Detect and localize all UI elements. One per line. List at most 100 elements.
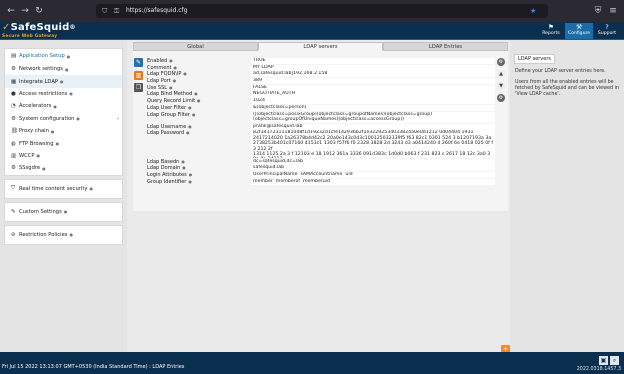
- help-icon[interactable]: ●: [70, 232, 74, 237]
- help-icon[interactable]: ●: [188, 124, 192, 129]
- help-icon[interactable]: ●: [186, 130, 190, 135]
- help-icon[interactable]: ●: [197, 98, 201, 103]
- field-label: Use SSL ●: [147, 85, 251, 91]
- help-icon[interactable]: ●: [182, 165, 186, 170]
- help-icon[interactable]: ●: [194, 91, 198, 96]
- image-icon: ▣: [600, 357, 607, 364]
- field-value[interactable]: 82f34172311181048f1d19232d1cfe142936b2f1…: [251, 130, 495, 158]
- field-value[interactable]: safesquid.lab: [251, 165, 495, 172]
- sidebar-item-system-configuration[interactable]: ⚙ System configuration ● ›: [5, 113, 122, 125]
- help-icon[interactable]: ●: [53, 104, 57, 109]
- field-value[interactable]: pratik@safesquid.lab: [251, 123, 495, 130]
- field-value[interactable]: MY LDAP: [251, 64, 495, 71]
- sidebar-item-restriction-policies[interactable]: ⊘ Restriction Policies ●: [5, 226, 122, 244]
- sidebar-item-integrate-ldap[interactable]: ▦ Integrate LDAP ●: [5, 75, 122, 88]
- help-text-2: Users from all the enabled entries will …: [515, 80, 619, 97]
- sidebar-item-wccp[interactable]: ▥ WCCP ●: [5, 150, 122, 162]
- tab-global[interactable]: Global: [133, 42, 258, 51]
- nav-reports[interactable]: ⚑ Reports: [538, 23, 564, 39]
- field-label-text: Group Identifier: [147, 178, 187, 185]
- logo-tagline: Secure Web Gateway: [2, 33, 58, 38]
- forward-icon[interactable]: →: [18, 4, 32, 18]
- help-icon[interactable]: ●: [173, 78, 177, 83]
- field-label: Group Identifier ●: [147, 179, 251, 185]
- field-row: Ldap Group Filter ● (|(objectclass=posixGr…: [147, 111, 495, 123]
- field-row: Enabled ● TRUE: [147, 58, 495, 65]
- delete-button[interactable]: ▥: [134, 70, 143, 80]
- nav-configure[interactable]: ⚒ Configure: [565, 23, 593, 39]
- field-label-text: Use SSL: [147, 84, 168, 91]
- help-icon[interactable]: ●: [192, 112, 196, 117]
- field-value[interactable]: NEGOTIATE_AUTH: [251, 91, 495, 98]
- app-header: ✓SafeSquid® Secure Web Gateway ⚑ Reports…: [0, 22, 624, 40]
- help-icon[interactable]: ●: [69, 91, 73, 96]
- sidebar-item-application-setup[interactable]: ▤ Application Setup ●: [5, 49, 122, 63]
- help-icon[interactable]: ●: [188, 105, 192, 110]
- nav-support[interactable]: ? Support: [594, 23, 620, 39]
- field-row: Ldap User Filter ● &(objectclass=person): [147, 104, 495, 111]
- help-icon[interactable]: ●: [189, 172, 193, 177]
- screenshot-button[interactable]: ▣: [599, 356, 608, 365]
- help-icon[interactable]: ●: [37, 153, 41, 158]
- field-value[interactable]: member memberof memberuid: [251, 178, 495, 185]
- url-bar[interactable]: ⛉ ⚿ https://safesquid.cfg ★: [96, 4, 548, 18]
- help-icon[interactable]: ●: [67, 54, 71, 59]
- sidebar-label: Restriction Policies: [19, 231, 68, 238]
- menu-icon[interactable]: ≡: [606, 4, 620, 18]
- field-value[interactable]: TRUE: [251, 58, 495, 65]
- tab-bar: Global LDAP servers LDAP Entries: [133, 42, 508, 51]
- sidebar-label: Real time content security: [19, 185, 88, 192]
- help-icon[interactable]: ●: [188, 179, 192, 184]
- sidebar-item-accelerators[interactable]: ◔ Accelerators ●: [5, 100, 122, 112]
- help-icon[interactable]: ●: [181, 159, 185, 164]
- logo-text: SafeSquid: [10, 22, 70, 33]
- sidebar-item-realtime-content-security[interactable]: ⛉ Real time content security ●: [5, 180, 122, 198]
- sidebar-label: Application Setup: [19, 53, 65, 59]
- reload-icon[interactable]: ↻: [32, 4, 46, 18]
- sidebar-item-access-restrictions[interactable]: ● Access restrictions ●: [5, 88, 122, 100]
- field-value[interactable]: UserPrincipalName sAMAccountname uid: [251, 171, 495, 179]
- tab-ldap-entries[interactable]: LDAP Entries: [383, 42, 508, 51]
- help-icon[interactable]: ●: [169, 58, 173, 63]
- settings-button[interactable]: ⚙: [497, 58, 505, 66]
- sidebar-item-sssgdre[interactable]: ⚙ SSsgdre ●: [5, 162, 122, 174]
- help-text-1: Define your LDAP server entries here.: [515, 69, 606, 74]
- help-icon[interactable]: ●: [51, 129, 55, 134]
- version-label: 2022.0318.1457.3: [576, 367, 621, 372]
- field-value[interactable]: dc=safesquid,dc=lab: [251, 158, 495, 165]
- field-value[interactable]: FALSE: [251, 84, 495, 91]
- help-icon[interactable]: ●: [60, 79, 64, 84]
- field-value[interactable]: 389: [251, 78, 495, 85]
- sidebar-item-ftp-browsing[interactable]: ◍ FTP Browsing ●: [5, 137, 122, 149]
- row-controls: ⚙ ▲ ▼ ⚙: [497, 58, 505, 106]
- pocket-icon[interactable]: ⛨: [591, 4, 605, 18]
- search-button[interactable]: ⌕: [610, 356, 619, 365]
- field-value[interactable]: (|(objectclass=posixGroup)(objectclass=g…: [251, 111, 495, 123]
- sidebar-item-proxy-chain[interactable]: ⛓ Proxy chain ●: [5, 125, 122, 137]
- help-icon[interactable]: ●: [169, 85, 173, 90]
- help-icon[interactable]: ●: [89, 186, 93, 191]
- field-label: Ldap Basedn ●: [147, 159, 251, 165]
- back-icon[interactable]: ←: [4, 4, 18, 18]
- field-value[interactable]: 1024: [251, 98, 495, 105]
- field-value[interactable]: ad.safesquid.lab|192.168.2.158: [251, 71, 495, 78]
- help-icon[interactable]: ●: [42, 166, 46, 171]
- help-icon[interactable]: ●: [64, 209, 68, 214]
- sidebar-item-custom-settings[interactable]: ✎ Custom Settings ●: [5, 203, 122, 221]
- move-up-button[interactable]: ▲: [497, 70, 505, 78]
- sidebar-item-network-settings[interactable]: ⚙ Network settings ●: [5, 63, 122, 75]
- move-down-button[interactable]: ▼: [497, 82, 505, 90]
- help-icon[interactable]: ●: [65, 67, 69, 72]
- help-icon[interactable]: ●: [56, 141, 60, 146]
- globe-icon: ◍: [11, 140, 16, 147]
- field-value[interactable]: &(objectclass=person): [251, 104, 495, 111]
- help-icon[interactable]: ●: [183, 71, 187, 76]
- tab-ldap-servers[interactable]: LDAP servers: [258, 42, 383, 51]
- field-label: Comment ●: [147, 65, 251, 71]
- help-icon[interactable]: ●: [174, 65, 178, 70]
- copy-button[interactable]: ❐: [134, 83, 143, 92]
- help-icon[interactable]: ●: [76, 116, 80, 121]
- edit-button[interactable]: ✎: [134, 58, 143, 67]
- bookmark-star-icon[interactable]: ★: [530, 4, 536, 18]
- options-button[interactable]: ⚙: [497, 94, 505, 102]
